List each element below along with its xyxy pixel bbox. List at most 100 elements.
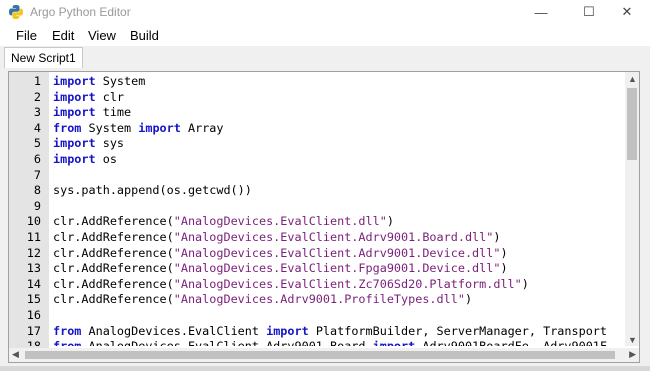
code-line[interactable]: 17 from AnalogDevices.EvalClient import P… <box>9 324 624 340</box>
line-number: 6 <box>33 151 41 166</box>
line-number: 15 <box>26 292 41 307</box>
keyword-token: from <box>53 339 81 346</box>
code-token: ) <box>500 261 508 276</box>
code-line[interactable]: 14 clr.AddReference("AnalogDevices.EvalCl… <box>9 277 624 293</box>
line-number: 7 <box>33 167 41 182</box>
code-text: from AnalogDevices.EvalClient.Adrv9001.B… <box>53 339 607 346</box>
code-text: import os <box>53 152 117 168</box>
horizontal-scroll-thumb[interactable] <box>25 351 615 359</box>
minimize-button[interactable]: — <box>518 0 564 24</box>
title-bar: Argo Python Editor — ☐ ✕ <box>0 0 650 24</box>
scroll-right-icon[interactable]: ▶ <box>629 349 636 360</box>
code-text: import System <box>53 74 145 90</box>
tab-strip: New Script1 <box>0 46 650 68</box>
code-text: clr.AddReference("AnalogDevices.Adrv9001… <box>53 292 472 308</box>
keyword-token: import <box>53 105 96 120</box>
keyword-token: from <box>53 120 82 135</box>
code-token: time <box>95 105 132 120</box>
menu-edit[interactable]: Edit <box>52 28 74 43</box>
menu-build[interactable]: Build <box>130 28 159 43</box>
line-number: 10 <box>26 214 41 229</box>
tab-new-script1[interactable]: New Script1 <box>4 47 83 68</box>
string-token: "AnalogDevices.EvalClient.Fpga9001.Devic… <box>173 261 501 276</box>
keyword-token: import <box>373 339 416 346</box>
horizontal-scrollbar[interactable]: ◀ ▶ <box>9 348 639 362</box>
code-token: ) <box>493 229 501 244</box>
code-text: clr.AddReference("AnalogDevices.EvalClie… <box>53 230 500 246</box>
line-number: 14 <box>26 276 41 291</box>
line-number: 2 <box>33 89 41 104</box>
code-text: clr.AddReference("AnalogDevices.EvalClie… <box>53 277 529 293</box>
line-number: 9 <box>33 198 41 213</box>
string-token: "AnalogDevices.EvalClient.Zc706Sd20.Plat… <box>173 276 522 291</box>
scroll-left-icon[interactable]: ◀ <box>12 349 19 360</box>
code-text: clr.AddReference("AnalogDevices.EvalClie… <box>53 246 508 262</box>
keyword-token: import <box>53 74 96 88</box>
code-line[interactable]: 2 import clr <box>9 90 624 106</box>
code-line[interactable]: 5 import sys <box>9 136 624 152</box>
code-area[interactable]: 1 import System 2 import clr 3 import time 4 fr… <box>9 74 624 346</box>
menu-view[interactable]: View <box>88 28 116 43</box>
code-line[interactable]: 10 clr.AddReference("AnalogDevices.EvalCl… <box>9 214 624 230</box>
code-token: clr.AddReference( <box>53 245 174 260</box>
code-token: os <box>95 151 117 166</box>
code-token: AnalogDevices.EvalClient.Adrv9001.Board <box>81 339 372 346</box>
code-line[interactable]: 13 clr.AddReference("AnalogDevices.EvalCl… <box>9 261 624 277</box>
line-number: 13 <box>26 261 41 276</box>
code-editor[interactable]: 1 import System 2 import clr 3 import time 4 fr… <box>8 71 640 363</box>
code-text: import time <box>53 105 131 121</box>
code-text: from System import Array <box>53 121 224 137</box>
code-token: clr.AddReference( <box>53 292 174 307</box>
keyword-token: import <box>53 151 96 166</box>
string-token: "AnalogDevices.EvalClient.Adrv9001.Board… <box>173 229 494 244</box>
keyword-token: import <box>53 89 96 104</box>
line-number: 11 <box>26 229 41 244</box>
code-line[interactable]: 15 clr.AddReference("AnalogDevices.Adrv90… <box>9 292 624 308</box>
code-token: sys.path.append(os.getcwd()) <box>53 183 252 198</box>
code-line[interactable]: 7 <box>9 168 624 184</box>
line-number: 4 <box>33 120 41 135</box>
keyword-token: import <box>266 323 309 338</box>
menu-file[interactable]: File <box>16 28 37 43</box>
close-button[interactable]: ✕ <box>604 0 650 24</box>
code-line[interactable]: 9 <box>9 199 624 215</box>
code-line[interactable]: 8 sys.path.append(os.getcwd()) <box>9 183 624 199</box>
vertical-scrollbar[interactable]: ▲ ▼ <box>625 72 639 346</box>
code-token: System <box>81 120 139 135</box>
string-token: "AnalogDevices.EvalClient.dll" <box>173 214 387 229</box>
line-number: 3 <box>33 105 41 120</box>
code-text: clr.AddReference("AnalogDevices.EvalClie… <box>53 261 508 277</box>
code-token: Adrv9001BoardFe, Adrv9001F <box>415 339 607 346</box>
code-token: clr.AddReference( <box>53 229 174 244</box>
status-strip <box>0 366 650 371</box>
line-number: 16 <box>26 307 41 322</box>
code-token: AnalogDevices.EvalClient <box>81 323 267 338</box>
line-number: 5 <box>33 136 41 151</box>
code-line[interactable]: 6 import os <box>9 152 624 168</box>
code-token: ) <box>500 245 508 260</box>
code-line[interactable]: 1 import System <box>9 74 624 90</box>
line-number: 8 <box>33 183 41 198</box>
code-line[interactable]: 12 clr.AddReference("AnalogDevices.EvalCl… <box>9 246 624 262</box>
line-number: 18 <box>9 339 41 346</box>
line-number: 17 <box>26 323 41 338</box>
string-token: "AnalogDevices.EvalClient.Adrv9001.Devic… <box>173 245 501 260</box>
code-token: ) <box>386 214 394 229</box>
vertical-scroll-thumb[interactable] <box>627 88 637 160</box>
code-line[interactable]: 11 clr.AddReference("AnalogDevices.EvalCl… <box>9 230 624 246</box>
code-line[interactable]: 3 import time <box>9 105 624 121</box>
code-token: PlatformBuilder, ServerManager, Transpor… <box>308 323 608 338</box>
code-token: clr.AddReference( <box>53 261 174 276</box>
code-line[interactable]: 18 from AnalogDevices.EvalClient.Adrv9001… <box>9 339 624 346</box>
scroll-up-icon[interactable]: ▲ <box>628 74 637 84</box>
python-icon <box>9 5 23 19</box>
code-token: clr <box>95 89 125 104</box>
code-token: ) <box>464 292 473 307</box>
keyword-token: from <box>53 323 82 338</box>
scroll-down-icon[interactable]: ▼ <box>628 335 637 345</box>
code-token: System <box>95 74 146 88</box>
line-number: 1 <box>33 74 41 88</box>
code-line[interactable]: 16 <box>9 308 624 324</box>
code-token: Array <box>180 120 224 135</box>
code-line[interactable]: 4 from System import Array <box>9 121 624 137</box>
